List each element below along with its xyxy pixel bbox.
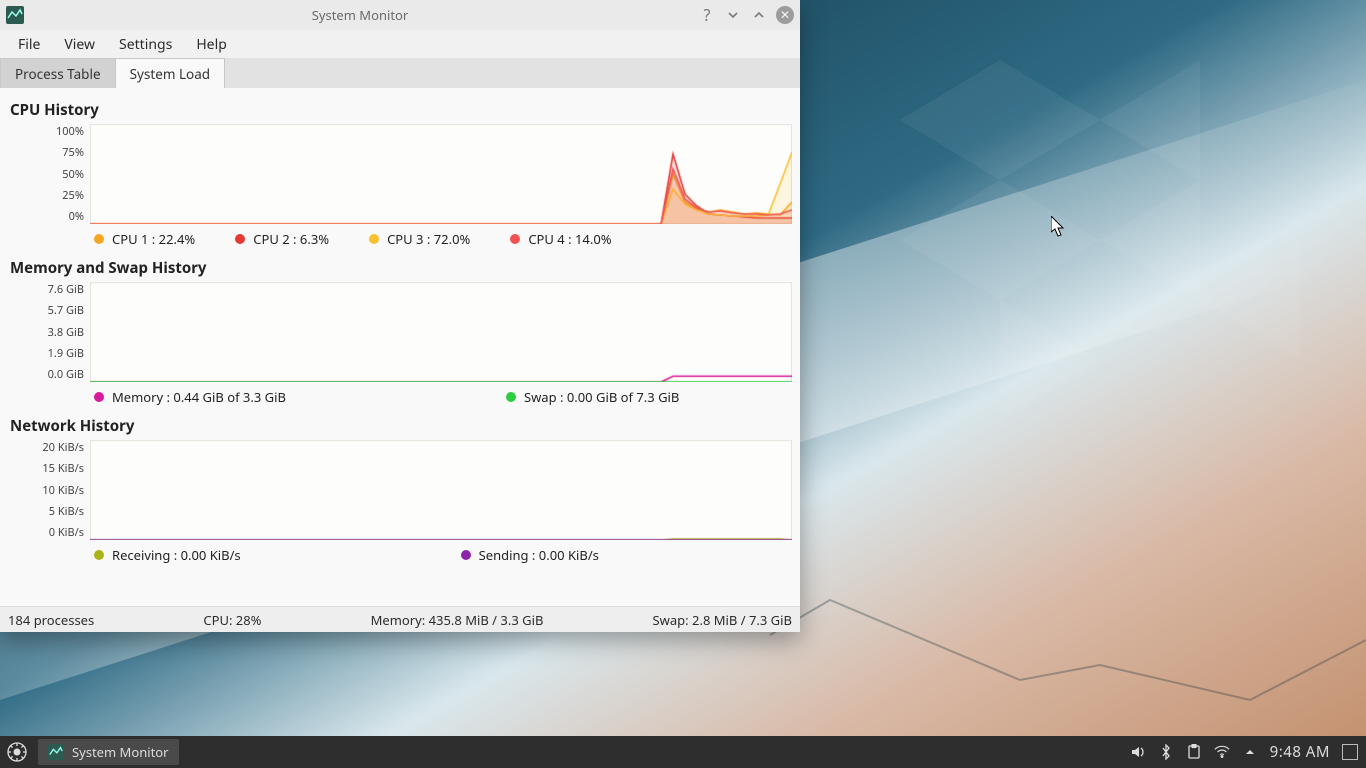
menu-settings[interactable]: Settings bbox=[107, 31, 184, 58]
maximize-button[interactable] bbox=[750, 6, 768, 24]
show-desktop-button[interactable] bbox=[1342, 744, 1358, 760]
cpu-title: CPU History bbox=[10, 100, 790, 120]
network-yaxis: 20 KiB/s 15 KiB/s 10 KiB/s 5 KiB/s 0 KiB… bbox=[8, 440, 90, 540]
menu-view[interactable]: View bbox=[52, 31, 107, 58]
system-monitor-window: System Monitor ? ✕ File View Settings He… bbox=[0, 0, 800, 632]
titlebar[interactable]: System Monitor ? ✕ bbox=[0, 0, 800, 30]
close-button[interactable]: ✕ bbox=[776, 6, 794, 24]
menu-file[interactable]: File bbox=[6, 31, 52, 58]
memory-section: Memory and Swap History 7.6 GiB 5.7 GiB … bbox=[8, 256, 792, 408]
cpu-yaxis: 100% 75% 50% 25% 0% bbox=[8, 124, 90, 224]
memory-legend: Memory : 0.44 GiB of 3.3 GiB Swap : 0.00… bbox=[90, 382, 792, 408]
task-system-monitor[interactable]: System Monitor bbox=[38, 739, 179, 765]
network-legend: Receiving : 0.00 KiB/s Sending : 0.00 Ki… bbox=[90, 540, 792, 566]
clipboard-icon[interactable] bbox=[1186, 744, 1202, 760]
status-cpu: CPU: 28% bbox=[203, 611, 261, 629]
tray-arrow-icon[interactable] bbox=[1242, 744, 1258, 760]
system-load-panel: CPU History 100% 75% 50% 25% 0% CPU 1 : … bbox=[0, 88, 800, 606]
task-label: System Monitor bbox=[72, 743, 169, 761]
tab-process-table[interactable]: Process Table bbox=[0, 58, 116, 88]
status-memory: Memory: 435.8 MiB / 3.3 GiB bbox=[371, 611, 544, 629]
memory-title: Memory and Swap History bbox=[10, 258, 790, 278]
menubar: File View Settings Help bbox=[0, 30, 800, 58]
task-app-icon bbox=[48, 744, 64, 760]
status-processes: 184 processes bbox=[8, 611, 94, 629]
network-chart bbox=[90, 440, 792, 540]
system-tray: 9:48 AM bbox=[1130, 742, 1366, 762]
legend-swap: Swap : 0.00 GiB of 7.3 GiB bbox=[506, 388, 679, 406]
legend-cpu2: CPU 2 : 6.3% bbox=[235, 230, 329, 248]
legend-memory: Memory : 0.44 GiB of 3.3 GiB bbox=[94, 388, 286, 406]
network-section: Network History 20 KiB/s 15 KiB/s 10 KiB… bbox=[8, 414, 792, 566]
taskbar-clock[interactable]: 9:48 AM bbox=[1270, 742, 1330, 762]
network-title: Network History bbox=[10, 416, 790, 436]
legend-cpu1: CPU 1 : 22.4% bbox=[94, 230, 195, 248]
minimize-button[interactable] bbox=[724, 6, 742, 24]
memory-chart bbox=[90, 282, 792, 382]
sound-icon[interactable] bbox=[1130, 744, 1146, 760]
tab-system-load[interactable]: System Load bbox=[115, 58, 226, 88]
memory-yaxis: 7.6 GiB 5.7 GiB 3.8 GiB 1.9 GiB 0.0 GiB bbox=[8, 282, 90, 382]
status-swap: Swap: 2.8 MiB / 7.3 GiB bbox=[653, 611, 792, 629]
app-icon bbox=[6, 6, 24, 24]
legend-cpu3: CPU 3 : 72.0% bbox=[369, 230, 470, 248]
legend-receiving: Receiving : 0.00 KiB/s bbox=[94, 546, 241, 564]
cpu-chart bbox=[90, 124, 792, 224]
menu-help[interactable]: Help bbox=[184, 31, 239, 58]
bluetooth-icon[interactable] bbox=[1158, 744, 1174, 760]
cpu-section: CPU History 100% 75% 50% 25% 0% CPU 1 : … bbox=[8, 98, 792, 250]
tabs: Process Table System Load bbox=[0, 58, 800, 88]
taskbar: System Monitor 9:48 AM bbox=[0, 736, 1366, 768]
wifi-icon[interactable] bbox=[1214, 744, 1230, 760]
statusbar: 184 processes CPU: 28% Memory: 435.8 MiB… bbox=[0, 606, 800, 632]
legend-sending: Sending : 0.00 KiB/s bbox=[461, 546, 599, 564]
help-button[interactable]: ? bbox=[698, 6, 716, 24]
start-button[interactable] bbox=[0, 736, 34, 768]
window-title: System Monitor bbox=[30, 6, 690, 24]
legend-cpu4: CPU 4 : 14.0% bbox=[510, 230, 611, 248]
cpu-legend: CPU 1 : 22.4% CPU 2 : 6.3% CPU 3 : 72.0%… bbox=[90, 224, 792, 250]
